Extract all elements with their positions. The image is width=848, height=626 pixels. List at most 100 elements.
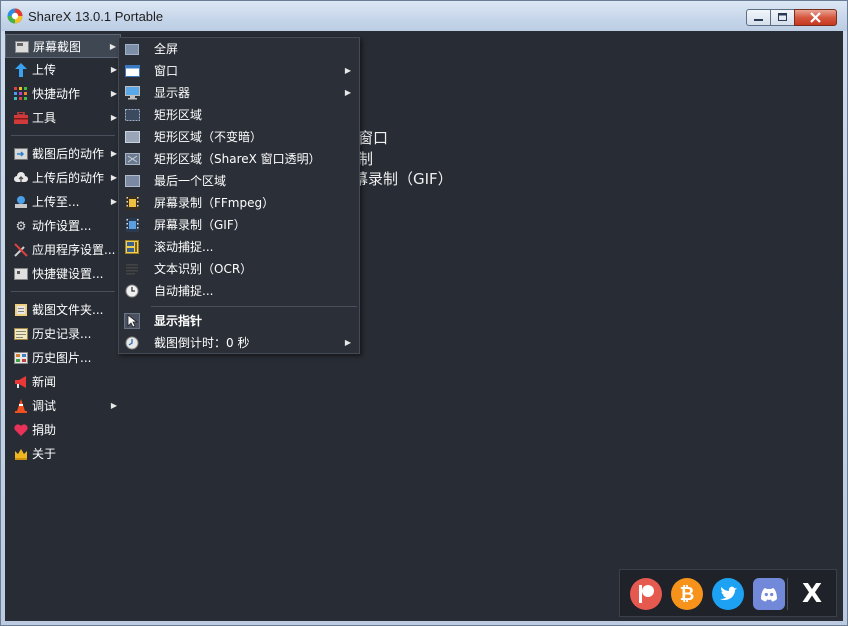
keyboard-icon xyxy=(13,266,29,282)
submenu-item-region-light[interactable]: 矩形区域（不变暗） xyxy=(119,126,359,148)
crown-icon xyxy=(13,446,29,462)
gear-icon: ⚙ xyxy=(15,219,27,233)
menu-item-label: 新闻 xyxy=(32,375,57,389)
scrolling-capture-icon xyxy=(124,239,140,255)
menu-item-after-capture[interactable]: 截图后的动作 ▶ xyxy=(5,142,121,166)
submenu-arrow-icon: ▶ xyxy=(110,113,117,122)
x-logo-icon[interactable]: X xyxy=(796,578,828,610)
menu-item-about[interactable]: 关于 xyxy=(5,442,121,466)
submenu-item-record-gif[interactable]: 屏幕录制（GIF） xyxy=(119,214,359,236)
capture-submenu: 全屏 窗口 ▶ 显示器 ▶ 矩形区域 矩形区域（不变暗） 矩形区域（ShareX… xyxy=(118,37,360,354)
submenu-arrow-icon: ▶ xyxy=(110,65,117,74)
maximize-button[interactable] xyxy=(770,9,795,26)
fullscreen-icon xyxy=(124,41,140,57)
quick-actions-grid-icon xyxy=(13,86,29,102)
submenu-item-auto-capture[interactable]: 自动捕捉... xyxy=(119,280,359,302)
submenu-arrow-icon: ▶ xyxy=(109,42,116,51)
rectangle-transparent-icon xyxy=(124,151,140,167)
menu-item-upload[interactable]: 上传 ▶ xyxy=(5,58,121,82)
menu-item-tools[interactable]: 工具 ▶ xyxy=(5,106,121,130)
submenu-item-record-ffmpeg[interactable]: 屏幕录制（FFmpeg） xyxy=(119,192,359,214)
main-area: 窗口 制 幕录制（GIF） 屏幕截图 ▶ 上传 ▶ 快捷动作 ▶ 工具 ▶ 截图… xyxy=(5,31,843,621)
menu-item-capture[interactable]: 屏幕截图 ▶ xyxy=(5,34,121,58)
submenu-item-window[interactable]: 窗口 ▶ xyxy=(119,60,359,82)
bitcoin-icon[interactable]: ₿ xyxy=(671,578,703,610)
submenu-item-label: 截图倒计时：0 秒 xyxy=(154,336,250,350)
film-icon xyxy=(124,195,140,211)
title-bar[interactable]: ShareX 13.0.1 Portable xyxy=(1,1,847,31)
submenu-item-ocr[interactable]: 文本识别（OCR） xyxy=(119,258,359,280)
menu-item-upload-to[interactable]: 上传至... ▶ xyxy=(5,190,121,214)
submenu-item-screenshot-delay[interactable]: 截图倒计时：0 秒 ▶ xyxy=(119,332,359,354)
upload-destination-icon xyxy=(13,194,29,210)
submenu-item-label: 自动捕捉... xyxy=(154,284,214,298)
screenshot-icon xyxy=(14,39,30,55)
submenu-item-last-region[interactable]: 最后一个区域 xyxy=(119,170,359,192)
submenu-item-label: 屏幕录制（GIF） xyxy=(154,218,246,232)
menu-item-label: 快捷键设置... xyxy=(32,267,104,281)
menu-item-label: 快捷动作 xyxy=(32,87,81,101)
submenu-item-label: 全屏 xyxy=(154,42,179,56)
submenu-arrow-icon: ▶ xyxy=(110,173,117,182)
menu-item-image-history[interactable]: 历史图片... xyxy=(5,346,121,370)
menu-item-quick-actions[interactable]: 快捷动作 ▶ xyxy=(5,82,121,106)
submenu-item-region[interactable]: 矩形区域 xyxy=(119,104,359,126)
discord-icon[interactable] xyxy=(753,578,785,610)
submenu-arrow-icon: ▶ xyxy=(110,149,117,158)
submenu-item-label: 矩形区域（不变暗） xyxy=(154,130,263,144)
heart-icon xyxy=(13,422,29,438)
submenu-item-fullscreen[interactable]: 全屏 xyxy=(119,38,359,60)
menu-item-hotkey-settings[interactable]: 快捷键设置... xyxy=(5,262,121,286)
submenu-item-label: 屏幕录制（FFmpeg） xyxy=(154,196,275,210)
menu-separator xyxy=(11,291,115,292)
close-button[interactable] xyxy=(794,9,837,26)
wrench-screwdriver-icon xyxy=(13,242,29,258)
menu-item-label: 应用程序设置... xyxy=(32,243,116,257)
twitter-icon[interactable] xyxy=(712,578,744,610)
menu-item-label: 历史图片... xyxy=(32,351,92,365)
menu-item-label: 上传 xyxy=(32,63,57,77)
menu-item-app-settings[interactable]: 应用程序设置... xyxy=(5,238,121,262)
menu-item-task-settings[interactable]: ⚙ 动作设置... xyxy=(5,214,121,238)
submenu-arrow-icon: ▶ xyxy=(344,338,351,347)
menu-item-after-upload[interactable]: 上传后的动作 ▶ xyxy=(5,166,121,190)
sharex-window: ShareX 13.0.1 Portable 窗口 制 幕录制（GIF） 屏幕截… xyxy=(0,0,848,626)
toolbox-icon xyxy=(13,110,29,126)
submenu-item-scrolling-capture[interactable]: 滚动捕捉... xyxy=(119,236,359,258)
gif-film-icon xyxy=(124,217,140,233)
social-separator xyxy=(787,578,788,610)
menu-item-screenshots-folder[interactable]: 截图文件夹... xyxy=(5,298,121,322)
rectangle-light-icon xyxy=(124,129,140,145)
traffic-cone-icon xyxy=(13,398,29,414)
menu-item-news[interactable]: 新闻 xyxy=(5,370,121,394)
menu-item-label: 调试 xyxy=(32,399,57,413)
menu-item-label: 捐助 xyxy=(32,423,57,437)
svg-text:₿: ₿ xyxy=(680,584,695,605)
submenu-arrow-icon: ▶ xyxy=(110,401,117,410)
timer-icon xyxy=(124,335,140,351)
submenu-item-region-transparent[interactable]: 矩形区域（ShareX 窗口透明） xyxy=(119,148,359,170)
cursor-icon xyxy=(124,313,140,329)
submenu-item-show-cursor[interactable]: 显示指针 xyxy=(119,310,359,332)
submenu-arrow-icon: ▶ xyxy=(344,66,351,75)
background-label: 制 xyxy=(358,150,374,168)
submenu-item-label: 矩形区域 xyxy=(154,108,203,122)
background-label: 幕录制（GIF） xyxy=(353,170,453,188)
submenu-item-monitor[interactable]: 显示器 ▶ xyxy=(119,82,359,104)
menu-item-label: 屏幕截图 xyxy=(33,40,82,54)
window-icon xyxy=(124,63,140,79)
menu-item-donate[interactable]: 捐助 xyxy=(5,418,121,442)
monitor-icon xyxy=(124,85,140,101)
submenu-arrow-icon: ▶ xyxy=(344,88,351,97)
menu-item-debug[interactable]: 调试 ▶ xyxy=(5,394,121,418)
menu-item-label: 动作设置... xyxy=(32,219,92,233)
submenu-item-label: 文本识别（OCR） xyxy=(154,262,253,276)
clock-icon xyxy=(124,283,140,299)
minimize-button[interactable] xyxy=(746,9,771,26)
patreon-icon[interactable] xyxy=(630,578,662,610)
megaphone-icon xyxy=(13,374,29,390)
last-region-icon xyxy=(124,173,140,189)
submenu-item-label: 最后一个区域 xyxy=(154,174,227,188)
menu-item-history[interactable]: 历史记录... xyxy=(5,322,121,346)
window-title: ShareX 13.0.1 Portable xyxy=(28,9,164,24)
